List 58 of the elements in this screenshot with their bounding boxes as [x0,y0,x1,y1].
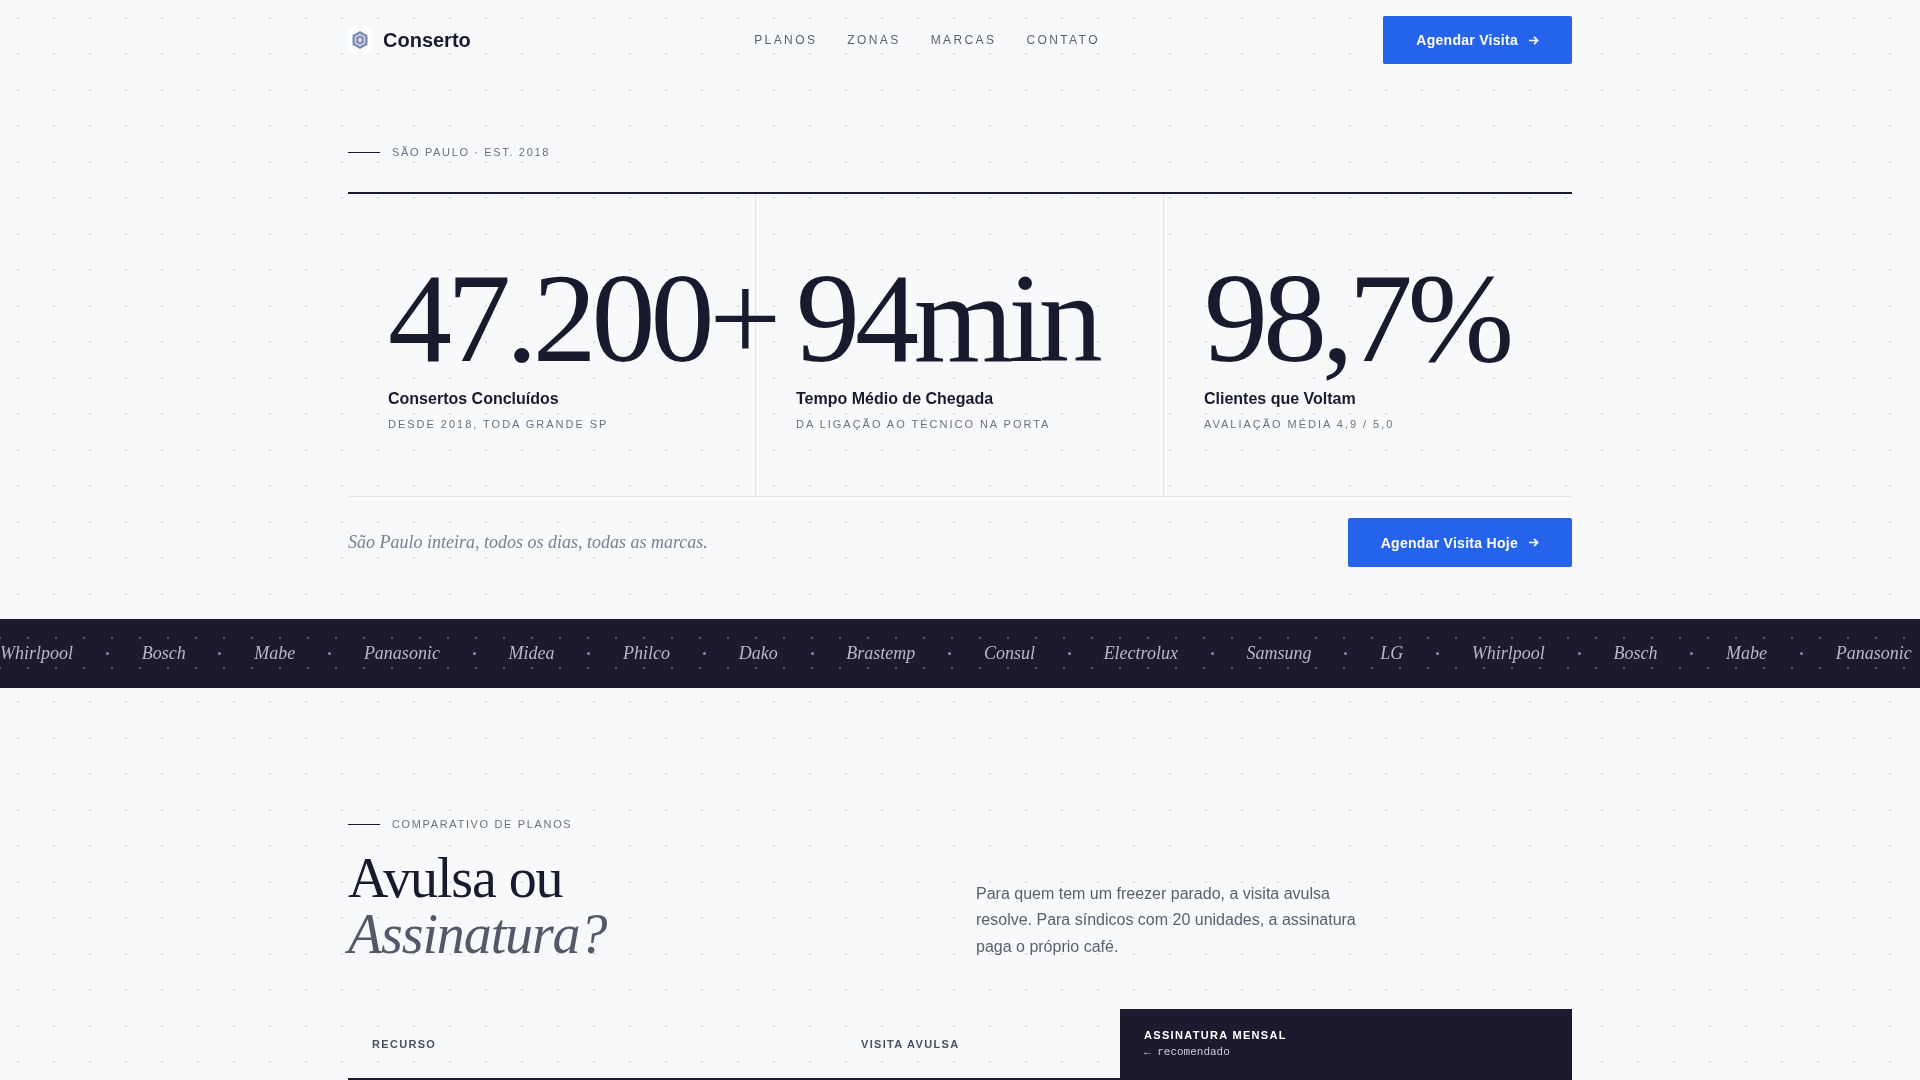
brand-name: Whirlpool [0,643,73,664]
column-note: ← recomendado [1144,1046,1230,1058]
brand-name: Panasonic [363,643,440,664]
separator-dot-icon [1799,652,1803,655]
separator-dot-icon [1577,652,1581,655]
stat-note: AVALIAÇÃO MÉDIA 4,9 / 5,0 [1204,417,1395,432]
brand-name: Electrolux [1103,643,1178,664]
schedule-visit-button[interactable]: Agendar Visita Hoje [1347,518,1572,567]
arrow-right-icon [1528,537,1539,548]
separator-dot-icon [1067,652,1071,655]
separator-dot-icon [105,652,109,655]
brand-name: Philco [623,643,671,664]
separator-dot-icon [1344,652,1348,655]
stat-label: Consertos Concluídos [388,389,559,409]
nav-link[interactable]: PLANOS [754,33,818,47]
separator-dot-icon [810,652,814,655]
hexagon-logo-icon [348,28,372,52]
separator-dot-icon [1436,652,1440,655]
column-title: RECURSO [372,1037,437,1050]
separator-dot-icon [1690,652,1694,655]
tagline: São Paulo inteira, todos os dias, todas as marcas. [348,532,708,553]
intro-paragraph: Para quem tem um freezer parado, a visita avulsa resolve. Para síndicos com 20 unidades, a assinatura paga o próprio café. [976,883,1357,957]
schedule-visit-button[interactable]: Agendar Visita [1383,16,1572,64]
column-title: ASSINATURA MENSAL [1144,1029,1287,1041]
stat-note: DA LIGAÇÃO AO TÉCNICO NA PORTA [796,417,1051,432]
stat-value: 94min [796,254,1098,382]
stat-value: 98,7% [1204,254,1510,382]
nav-link[interactable]: CONTATO [1026,33,1100,47]
brand-name: Brastemp [846,643,916,664]
nav-link[interactable]: MARCAS [930,33,997,47]
brand-name: Bosch [141,643,186,664]
separator-dot-icon [328,652,332,655]
stat-label: Clientes que Voltam [1204,389,1356,409]
brand-name: Bosch [1613,643,1658,664]
brand-name: Mabe [1726,643,1768,664]
arrow-right-icon [1528,34,1539,46]
separator-dot-icon [1210,652,1214,655]
nav-link[interactable]: ZONAS [847,33,901,47]
brand-name: Midea [508,643,555,664]
brand-name: Whirlpool [1471,643,1545,664]
separator-dot-icon [218,652,222,655]
separator-dot-icon [587,652,591,655]
eyebrow-text: SÃO PAULO · EST. 2018 [392,145,550,160]
separator-dot-icon [702,652,706,655]
stat-value: 47.200+ [388,254,777,382]
stat-label: Tempo Médio de Chegada [796,389,994,409]
brand-name: Samsung [1246,643,1312,664]
separator-dot-icon [472,652,476,655]
stat-note: DESDE 2018, TODA GRANDE SP [388,417,609,432]
separator-dot-icon [948,652,952,655]
brand-name: Dako [738,643,778,664]
brand-name: Conserto [383,28,471,52]
brand-name: Mabe [254,643,296,664]
brand-name: Consul [984,643,1035,664]
brand-name: LG [1380,643,1404,664]
brand-name: Panasonic [1835,643,1912,664]
column-title: VISITA AVULSA [861,1037,960,1050]
eyebrow-text: COMPARATIVO DE PLANOS [392,817,573,832]
